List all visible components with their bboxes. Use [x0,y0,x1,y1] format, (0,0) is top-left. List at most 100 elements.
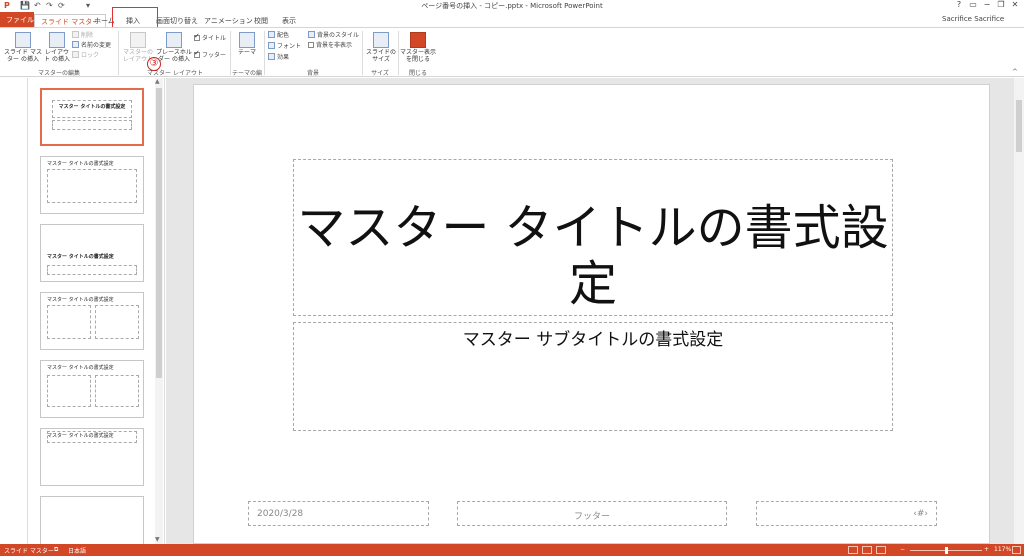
spellcheck-icon[interactable]: ⧉ [54,546,58,554]
delete-icon [72,31,79,38]
subtitle-placeholder[interactable]: マスター サブタイトルの書式設定 [293,322,893,431]
slide-master-icon [15,32,31,48]
view-name: スライド マスター [4,548,54,555]
rename-label: 名前の変更 [81,42,112,49]
collapse-ribbon-icon[interactable]: ^ [1012,68,1018,76]
title-line-1: マスター タイトルの書式設 [297,200,889,256]
insert-placeholder-button[interactable]: プレースホルダー の挿入 [156,30,192,63]
slide-size-icon [373,32,389,48]
effects-icon [268,53,275,60]
footer-checkbox-label: フッター [202,52,227,59]
background-styles-icon [308,31,315,38]
theme-button[interactable]: テーマ [234,30,260,56]
tab-review[interactable]: 校閲 [248,14,274,27]
insert-layout-button[interactable]: レイアウト の挿入 [44,30,70,63]
title-checkbox-label: タイトル [202,35,227,42]
effects-button[interactable]: 効果 [268,53,289,62]
date-placeholder[interactable]: 2020/3/28 [248,501,429,526]
thumbnail-layout[interactable]: マスター タイトルの書式設定 [40,156,144,214]
thumbnail-layout[interactable]: マスター タイトルの書式設定 [40,428,144,486]
group-label-background: 背景 [306,70,319,77]
ribbon-display-icon[interactable]: ▭ [966,0,980,9]
footer-text: フッター [573,512,610,522]
close-master-icon [410,32,426,48]
thumb-title: マスター タイトルの書式設定 [47,365,114,371]
zoom-in-icon[interactable]: + [984,546,989,553]
group-label-close: 閉じる [408,70,427,77]
thumb-title-placeholder [47,431,137,443]
thumbnail-layout[interactable]: マスター タイトルの書式設定 [40,224,144,282]
thumbnail-scrollbar-thumb[interactable] [156,88,162,378]
page-number-placeholder[interactable]: ‹#› [756,501,937,526]
title-checkbox[interactable]: タイトル [194,32,227,43]
thumbnail-layout[interactable]: マスター タイトルの書式設定 [40,292,144,350]
fonts-icon [268,42,275,49]
close-master-view-label: マスター表示 を閉じる [400,49,437,63]
separator [118,31,119,75]
background-styles-label: 背景のスタイル [317,32,360,39]
close-icon[interactable]: ✕ [1008,0,1022,9]
thumbnail-layout[interactable]: マスター タイトルの書式設定 [40,360,144,418]
scroll-down-icon[interactable]: ▼ [155,536,160,543]
footer-checkbox[interactable]: フッター [194,49,227,60]
hide-background-label: 背景を非表示 [316,42,353,49]
colors-icon [268,31,275,38]
thumb-title: マスター タイトルの書式設定 [47,297,114,303]
thumbnail-layout[interactable] [40,496,144,544]
user-name[interactable]: Sacrifice Sacrifice [942,15,1004,23]
delete-label: 削除 [81,32,94,39]
theme-label: テーマ [237,49,256,56]
thumb-title: マスター タイトルの書式設定 [47,161,114,167]
insert-slide-master-button[interactable]: スライド マスター の挿入 [2,30,44,63]
rename-icon [72,41,79,48]
tab-view[interactable]: 表示 [276,14,302,27]
step-3-annotation: ③ [147,57,161,71]
placeholder-icon [166,32,182,48]
checkbox-unchecked-icon [308,42,314,48]
fonts-button[interactable]: フォント [268,42,301,51]
colors-label: 配色 [277,32,290,39]
zoom-slider-knob[interactable] [945,547,948,554]
status-bar: スライド マスター ⧉ 日本語 − + 117% [0,544,1024,556]
thumb-content-placeholder [47,169,137,203]
thumbnail-master[interactable]: マスター タイトルの書式設定 [40,88,144,146]
thumbnail-pane: マスター タイトルの書式設定 マスター タイトルの書式設定 マスター タイトルの… [0,78,165,544]
footer-placeholder[interactable]: フッター [457,501,727,526]
reading-view-icon[interactable] [876,546,886,554]
minimize-icon[interactable]: − [980,0,994,9]
insert-slide-master-label: スライド マスター の挿入 [4,49,42,63]
page-number-text: ‹#› [913,509,928,519]
group-label-master-layout: マスター レイアウト [147,70,203,77]
zoom-level[interactable]: 117% [994,546,1011,553]
thumb-title: マスター タイトルの書式設定 [58,104,126,110]
language[interactable]: 日本語 [68,546,86,555]
thumb-title: マスター タイトルの書式設定 [47,254,114,260]
colors-button[interactable]: 配色 [268,31,289,40]
tab-transitions[interactable]: 画面切り替え [150,14,204,27]
hide-background-checkbox[interactable]: 背景を非表示 [308,42,352,50]
restore-icon[interactable]: ❐ [994,0,1008,9]
effects-label: 効果 [277,54,290,61]
normal-view-icon[interactable] [848,546,858,554]
rename-button[interactable]: 名前の変更 [72,41,111,50]
insert-placeholder-label: プレースホルダー の挿入 [156,49,192,63]
zoom-out-icon[interactable]: − [900,546,905,553]
tab-file[interactable]: ファイル [0,12,34,27]
slide-size-label: スライドの サイズ [366,49,397,63]
slide-size-button[interactable]: スライドの サイズ [366,30,396,63]
slide-sorter-icon[interactable] [862,546,872,554]
thumb-content-placeholder [95,375,139,407]
lock-icon [72,51,79,58]
close-master-view-button[interactable]: マスター表示 を閉じる [400,30,436,63]
theme-icon [239,32,255,48]
fit-to-window-icon[interactable] [1012,546,1021,554]
title-placeholder[interactable]: マスター タイトルの書式設 定 [293,159,893,316]
scroll-up-icon[interactable]: ▲ [155,78,160,85]
thumb-subtitle-placeholder [52,120,132,130]
help-icon[interactable]: ? [952,0,966,9]
editor-scrollbar-thumb[interactable] [1016,100,1022,152]
background-styles-button[interactable]: 背景のスタイル [308,31,359,40]
delete-button[interactable]: 削除 [72,31,93,40]
subtitle-text: マスター サブタイトルの書式設定 [462,330,724,350]
lock-button[interactable]: ロック [72,51,99,60]
